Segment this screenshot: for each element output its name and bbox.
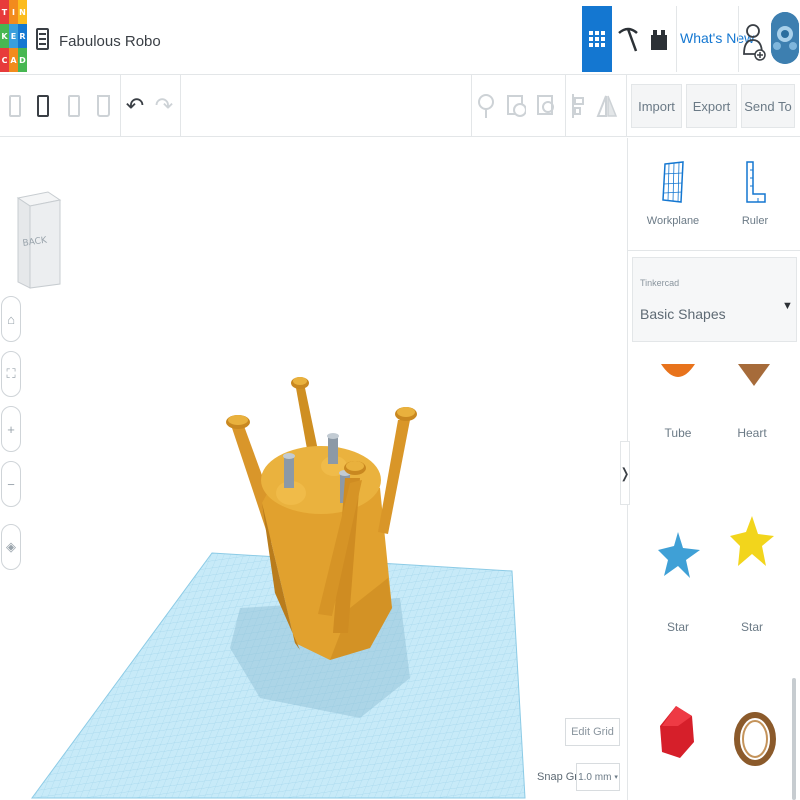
shape-star-yellow[interactable]: [730, 516, 774, 566]
redo-icon: ↷: [154, 93, 174, 118]
logo-letter: K: [0, 24, 9, 48]
tinkercad-logo[interactable]: TINKERCAD: [0, 0, 27, 72]
shapes-panel: ❭ Workplane Ruler Tinkercad Basic Shapes…: [619, 138, 800, 800]
paste-icon: [37, 95, 49, 117]
shape-label-tube: Tube: [664, 426, 692, 440]
home-view-button[interactable]: ⌂: [1, 296, 21, 342]
shape-label-star: Star: [666, 620, 689, 634]
chevron-down-icon: ▾: [614, 774, 618, 781]
lightbulb-icon: [478, 94, 494, 118]
user-avatar[interactable]: [771, 12, 799, 64]
library-selected-value: Basic Shapes: [640, 306, 726, 322]
note-button[interactable]: [475, 89, 497, 123]
shape-label-star: Star: [740, 620, 763, 634]
top-bar: TINKERCAD Fabulous Robo What's New: [0, 0, 800, 75]
workplane-tool[interactable]: Workplane: [638, 160, 708, 227]
logo-letter: E: [9, 24, 18, 48]
logo-letter: R: [18, 24, 27, 48]
plus-icon: +: [7, 421, 15, 437]
minus-icon: −: [7, 476, 15, 492]
invite-user-button[interactable]: [742, 18, 766, 64]
divider: [471, 75, 472, 137]
logo-letter: C: [0, 48, 9, 72]
undo-button[interactable]: ↶: [124, 89, 146, 123]
home-icon: ⌂: [7, 311, 15, 327]
design-list-icon[interactable]: [36, 28, 49, 50]
logo-letter: A: [9, 48, 18, 72]
align-button[interactable]: [568, 89, 590, 123]
zoom-out-button[interactable]: −: [1, 461, 21, 507]
add-user-icon: [743, 24, 766, 61]
workplane-scene: [31, 377, 526, 799]
shapes-grid: [658, 364, 776, 766]
divider: [626, 75, 627, 137]
duplicate-button[interactable]: [63, 89, 85, 123]
view-cube[interactable]: BACK: [14, 184, 62, 292]
logo-letter: N: [18, 0, 27, 24]
workplane-label: Workplane: [646, 215, 700, 227]
divider: [120, 75, 121, 137]
edit-grid-button[interactable]: Edit Grid: [565, 718, 620, 746]
import-button[interactable]: Import: [631, 84, 682, 128]
delete-button[interactable]: [92, 89, 114, 123]
shape-star-blue[interactable]: [658, 532, 700, 578]
ruler-tool[interactable]: Ruler: [720, 160, 790, 227]
view-cube-graphic: BACK: [16, 191, 62, 289]
workplane-icon: [662, 161, 684, 203]
zoom-in-button[interactable]: +: [1, 406, 21, 452]
logo-letter: I: [9, 0, 18, 24]
divider: [180, 75, 181, 137]
divider: [565, 75, 566, 137]
shape-polyhedron[interactable]: [660, 706, 694, 758]
grid-view-icon: [589, 31, 605, 47]
shape-ring[interactable]: [734, 712, 776, 766]
ruler-label: Ruler: [741, 215, 769, 227]
shape-label-heart: Heart: [737, 426, 767, 440]
avatar-image: [771, 12, 799, 64]
duplicate-icon: [68, 95, 80, 117]
design-title[interactable]: Fabulous Robo: [59, 33, 161, 50]
copy-icon: [9, 95, 21, 117]
library-category-label: Tinkercad: [640, 278, 680, 288]
ortho-view-button[interactable]: ◈: [1, 524, 21, 570]
group-button[interactable]: [505, 89, 527, 123]
shape-tube[interactable]: [661, 364, 695, 377]
fit-icon: ⛶: [6, 366, 16, 381]
bricks-view-button[interactable]: [645, 6, 673, 72]
copy-button[interactable]: [4, 89, 26, 123]
logo-letter: T: [0, 0, 9, 24]
ungroup-button[interactable]: [535, 89, 557, 123]
ruler-icon: [746, 161, 766, 203]
ungroup-icon: [537, 95, 554, 115]
3d-design-view-button[interactable]: [582, 6, 612, 72]
perspective-icon: ◈: [6, 539, 16, 554]
align-icon: [572, 94, 584, 118]
snap-grid-select[interactable]: 1.0 mm ▾: [576, 763, 620, 791]
fit-view-button[interactable]: ⛶: [1, 351, 21, 397]
group-icon: [507, 95, 526, 117]
3d-viewport[interactable]: BACK ⌂ ⛶ + − ◈ Edit Grid Snap Grid 1.0 m…: [0, 138, 627, 800]
pickaxe-icon: [618, 27, 638, 52]
mirror-button[interactable]: [596, 89, 618, 123]
brick-icon: [651, 30, 667, 50]
mirror-icon: [596, 95, 618, 117]
codeblocks-view-button[interactable]: [614, 6, 642, 72]
undo-icon: ↶: [125, 93, 145, 118]
send-to-button[interactable]: Send To: [741, 84, 795, 128]
paste-button[interactable]: [32, 89, 54, 123]
divider: [738, 6, 739, 72]
shape-heart[interactable]: [738, 364, 770, 386]
logo-letter: D: [18, 48, 27, 72]
divider: [676, 6, 677, 72]
edit-toolbar: ↶ ↷ Import Export Send To: [0, 75, 800, 137]
redo-button[interactable]: ↷: [153, 89, 175, 123]
shape-library-select[interactable]: Tinkercad Basic Shapes ▼: [632, 257, 797, 342]
tinkercad-editor: TINKERCAD Fabulous Robo What's New ↶ ↷ I…: [0, 0, 800, 800]
export-button[interactable]: Export: [686, 84, 737, 128]
chevron-down-icon: ▼: [782, 300, 793, 312]
divider: [628, 250, 800, 251]
trash-icon: [96, 95, 110, 117]
panel-scrollbar[interactable]: [792, 678, 796, 800]
snap-grid-value: 1.0 mm: [578, 771, 612, 783]
